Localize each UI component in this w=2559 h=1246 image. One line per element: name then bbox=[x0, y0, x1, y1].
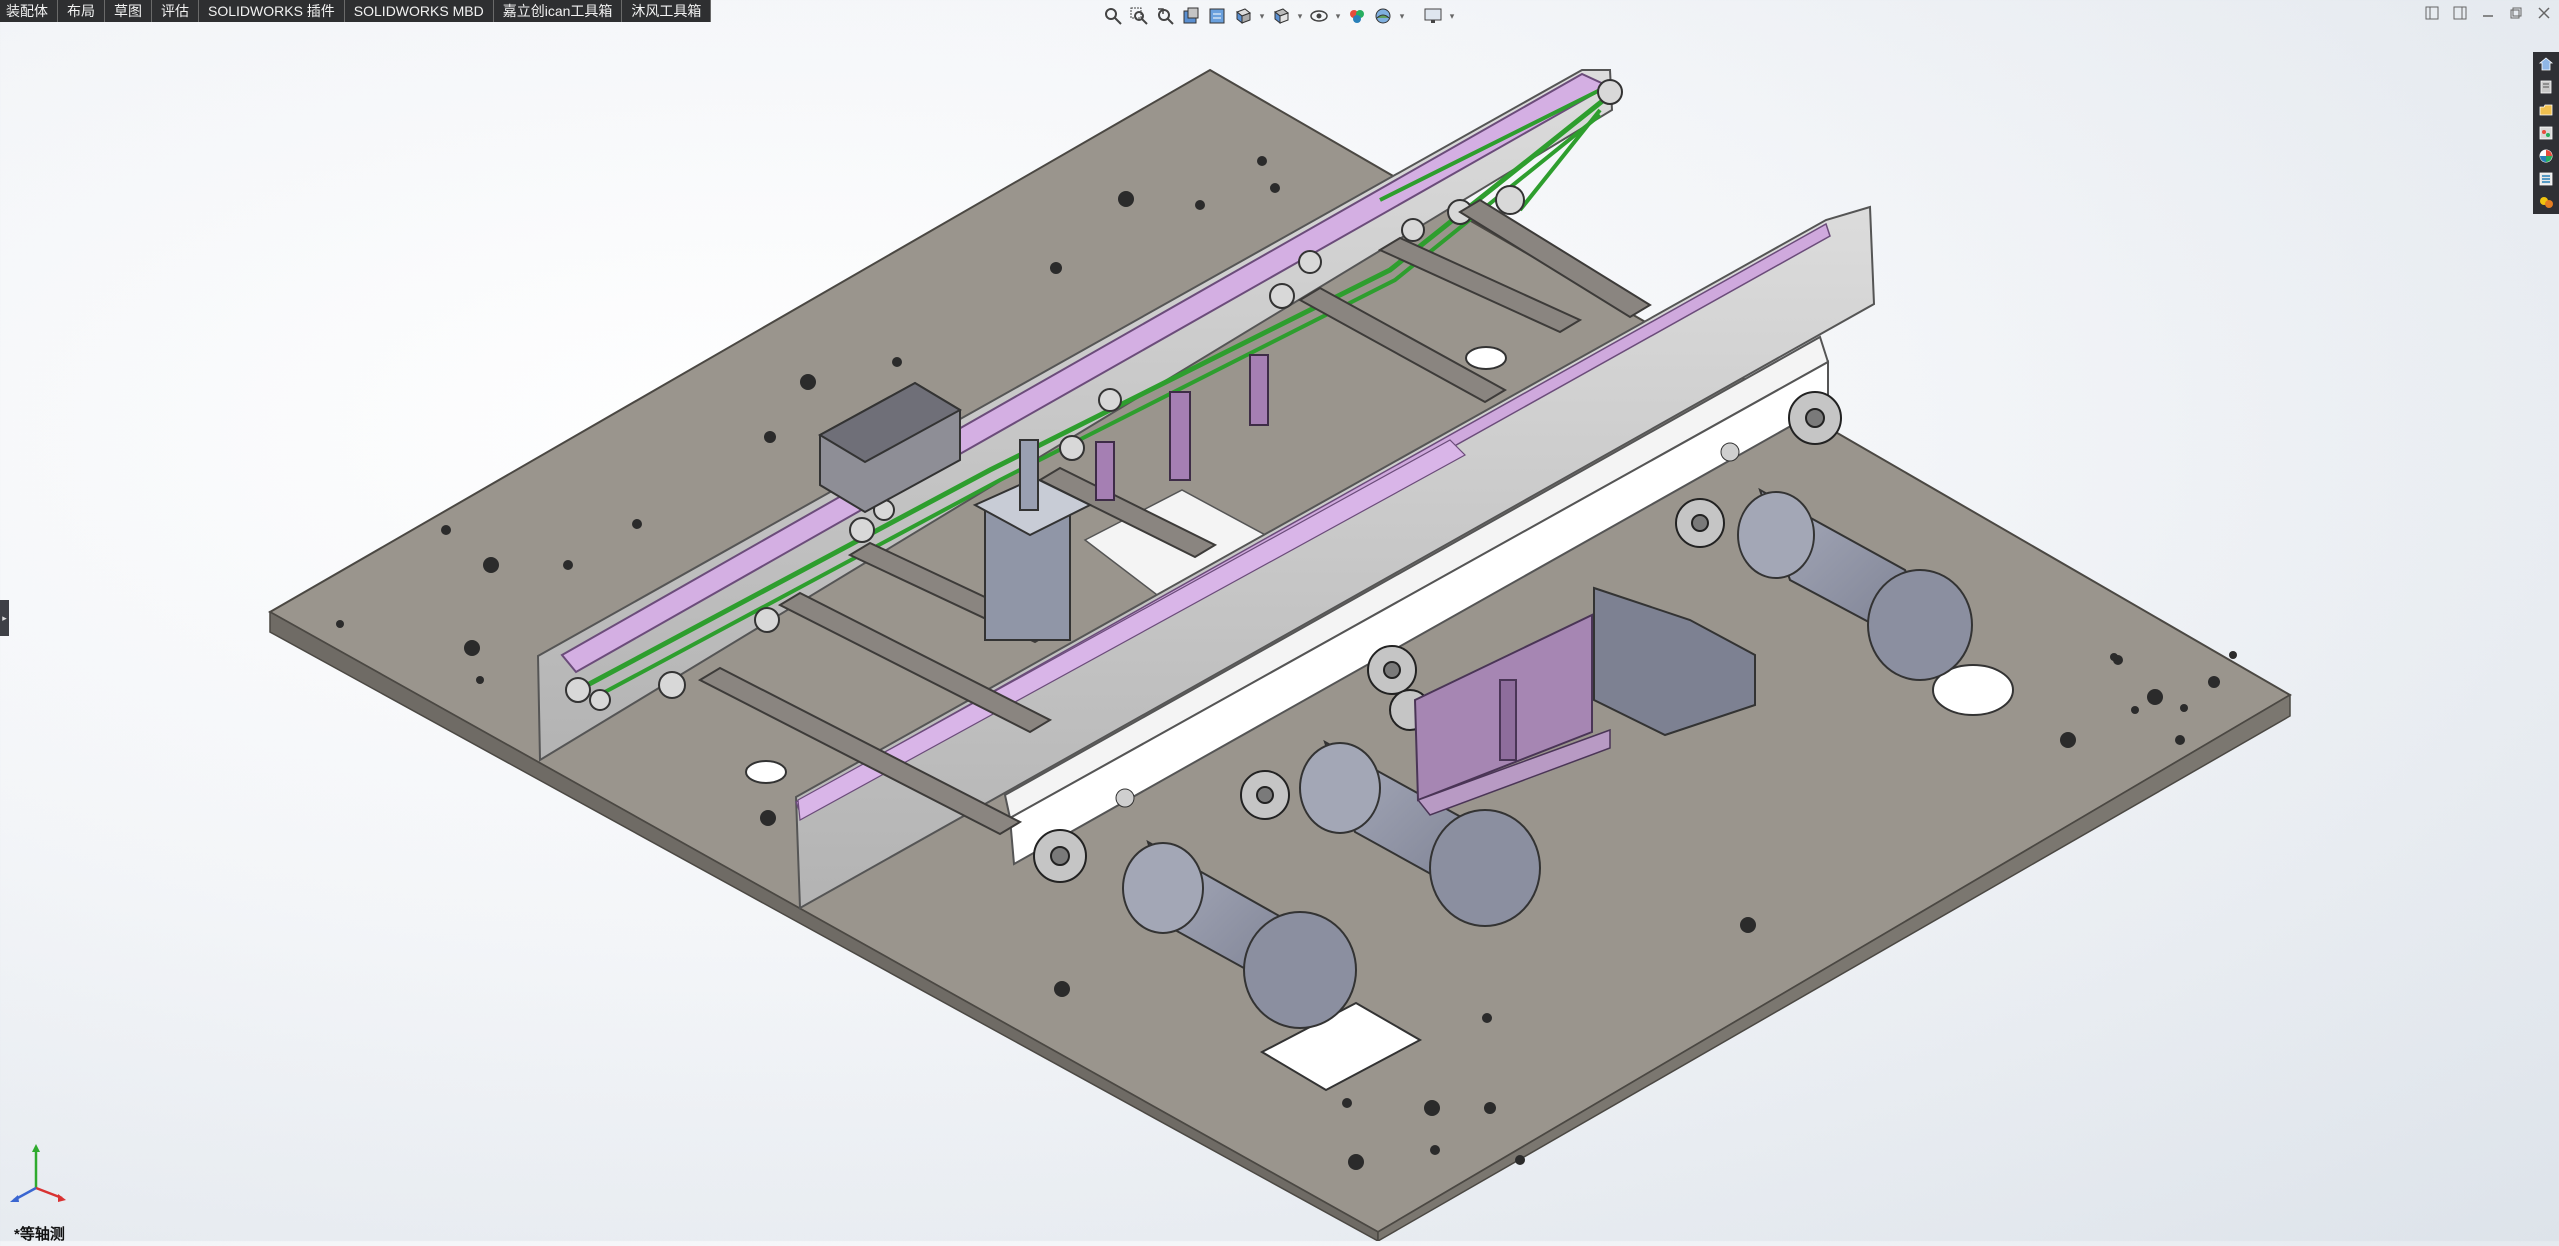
hide-show-items-dropdown[interactable]: ▾ bbox=[1334, 5, 1342, 27]
close-icon[interactable] bbox=[2535, 4, 2553, 22]
tab-sketch[interactable]: 草图 bbox=[105, 0, 152, 22]
heads-up-view-toolbar: ▾ ▾ ▾ ▾ ▾ bbox=[1102, 3, 1456, 29]
view-settings-dropdown[interactable]: ▾ bbox=[1448, 5, 1456, 27]
apply-scene-icon[interactable] bbox=[1372, 5, 1394, 27]
split-left-icon[interactable] bbox=[2423, 4, 2441, 22]
appearances-scenes-icon[interactable] bbox=[2536, 146, 2556, 166]
dynamic-annotation-icon[interactable] bbox=[1206, 5, 1228, 27]
design-library-icon[interactable] bbox=[2536, 77, 2556, 97]
restore-icon[interactable] bbox=[2507, 4, 2525, 22]
reference-triad bbox=[8, 1140, 68, 1210]
tab-mufeng-toolbox[interactable]: 沐风工具箱 bbox=[622, 0, 712, 22]
view-orientation-icon[interactable] bbox=[1232, 5, 1254, 27]
solidworks-resources-icon[interactable] bbox=[2536, 54, 2556, 74]
tab-layout[interactable]: 布局 bbox=[58, 0, 105, 22]
display-style-icon[interactable] bbox=[1270, 5, 1292, 27]
section-view-icon[interactable] bbox=[1180, 5, 1202, 27]
apply-scene-dropdown[interactable]: ▾ bbox=[1398, 5, 1406, 27]
split-right-icon[interactable] bbox=[2451, 4, 2469, 22]
window-controls bbox=[2423, 4, 2553, 22]
file-explorer-icon[interactable] bbox=[2536, 100, 2556, 120]
tab-solidworks-mbd[interactable]: SOLIDWORKS MBD bbox=[345, 0, 494, 22]
zoom-area-icon[interactable] bbox=[1128, 5, 1150, 27]
tab-solidworks-addins[interactable]: SOLIDWORKS 插件 bbox=[199, 0, 345, 22]
display-style-dropdown[interactable]: ▾ bbox=[1296, 5, 1304, 27]
custom-properties-icon[interactable] bbox=[2536, 169, 2556, 189]
command-manager-tabs: 装配体 布局 草图 评估 SOLIDWORKS 插件 SOLIDWORKS MB… bbox=[0, 0, 712, 22]
solidworks-forum-icon[interactable] bbox=[2536, 192, 2556, 212]
minimize-icon[interactable] bbox=[2479, 4, 2497, 22]
zoom-to-fit-icon[interactable] bbox=[1102, 5, 1124, 27]
assembly-model[interactable] bbox=[0, 0, 2559, 1243]
tab-jlc-toolbox[interactable]: 嘉立创ican工具箱 bbox=[494, 0, 623, 22]
tab-assembly[interactable]: 装配体 bbox=[0, 0, 58, 22]
view-palette-icon[interactable] bbox=[2536, 123, 2556, 143]
previous-view-icon[interactable] bbox=[1154, 5, 1176, 27]
hide-show-items-icon[interactable] bbox=[1308, 5, 1330, 27]
graphics-area[interactable] bbox=[0, 0, 2559, 1243]
view-settings-icon[interactable] bbox=[1422, 5, 1444, 27]
edit-appearance-icon[interactable] bbox=[1346, 5, 1368, 27]
tab-evaluate[interactable]: 评估 bbox=[152, 0, 199, 22]
view-orientation-dropdown[interactable]: ▾ bbox=[1258, 5, 1266, 27]
task-pane bbox=[2533, 52, 2559, 214]
feature-manager-toggle[interactable]: ▸ bbox=[0, 600, 9, 636]
